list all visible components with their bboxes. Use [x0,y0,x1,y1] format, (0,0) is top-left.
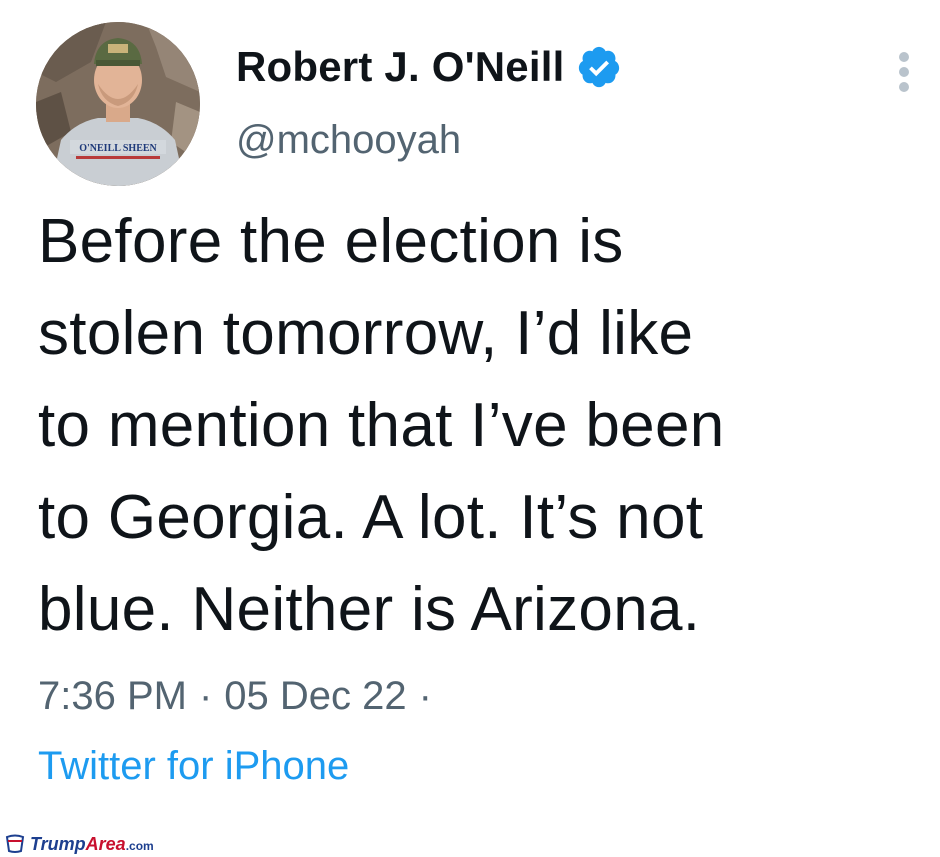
watermark-suffix: .com [125,839,154,853]
tweet-meta: 7:36 PM · 05 Dec 22 · [38,676,444,716]
tweet-time[interactable]: 7:36 PM [38,676,187,716]
avatar[interactable]: O'NEILL SHEEN [36,22,200,186]
tweet-source-link[interactable]: Twitter for iPhone [38,746,349,786]
tweet-date[interactable]: 05 Dec 22 [224,676,406,716]
avatar-shirt-text: O'NEILL SHEEN [79,143,157,154]
watermark-brand-second: Area [85,834,126,854]
avatar-image: O'NEILL SHEEN [36,22,200,186]
watermark: TrumpArea.com [4,834,154,854]
display-name[interactable]: Robert J. O'Neill [236,46,564,88]
tweet-card: O'NEILL SHEEN Robert J. O'Neill @mchooya… [0,0,940,857]
meta-separator: · [418,674,432,718]
more-dot [899,67,909,77]
watermark-brand-first: Trump [30,834,86,854]
handle[interactable]: @mchooyah [236,120,461,160]
more-dot [899,52,909,62]
meta-separator: · [198,674,213,718]
cup-logo-icon [4,834,26,854]
watermark-text: TrumpArea.com [30,835,154,853]
more-dot [899,82,909,92]
author-name-row[interactable]: Robert J. O'Neill [236,44,622,90]
verified-badge-icon [576,44,622,90]
tweet-text: Before the election is stolen tomorrow, … [38,207,725,644]
more-options-icon[interactable] [896,52,912,92]
